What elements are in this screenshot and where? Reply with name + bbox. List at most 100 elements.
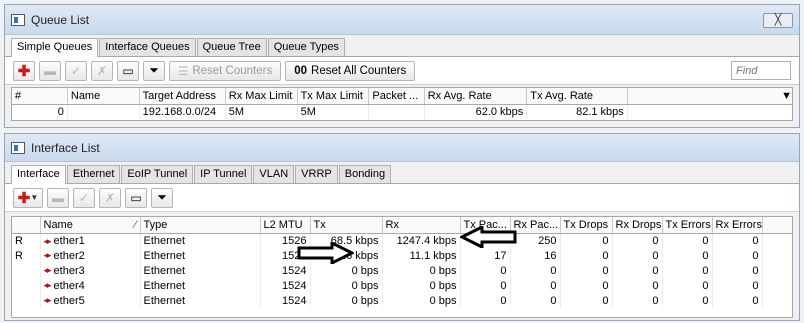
interface-name-cell: ◂▸ ether2 <box>40 248 141 263</box>
filter-button[interactable]: ⏷ <box>143 60 165 81</box>
empty-cell <box>762 278 792 293</box>
interface-tx-cell: 0 bps <box>310 278 383 293</box>
interface-type-cell: Ethernet <box>140 248 261 263</box>
interface-rx-cell: 11.1 kbps <box>382 248 461 263</box>
ethernet-icon: ◂▸ <box>43 235 52 246</box>
tab-simple-queues[interactable]: Simple Queues <box>11 38 99 57</box>
disable-icon: ✗ <box>96 63 108 78</box>
filter-button[interactable]: ⏷ <box>151 187 173 208</box>
add-button[interactable]: ✚ <box>13 60 35 81</box>
reset-all-counters-label: Reset All Counters <box>311 64 407 77</box>
reset-counters-icon: ☰ <box>178 65 189 78</box>
tab-queue-types[interactable]: Queue Types <box>267 38 345 56</box>
window-icon <box>11 13 25 26</box>
column-header[interactable]: Tx <box>310 217 383 234</box>
interface-rx-errors-cell: 0 <box>712 248 763 263</box>
table-row[interactable]: R ◂▸ ether1 Ethernet 1526 68.5 kbps 1247.4 kbp… <box>12 233 792 248</box>
column-menu-button[interactable]: ▼ <box>627 88 792 105</box>
column-header[interactable]: Packet ... <box>368 88 425 105</box>
interface-mtu-cell: 1524 <box>260 293 311 308</box>
reset-counters-button[interactable]: ☰ Reset Counters <box>169 60 282 81</box>
column-header[interactable]: Tx Avg. Rate <box>526 88 628 105</box>
interface-tx-errors-cell: 0 <box>662 233 713 248</box>
tab-vlan[interactable]: VLAN <box>253 165 295 183</box>
enable-button[interactable]: ✓ <box>73 187 95 208</box>
queue-target-cell: 192.168.0.0/24 <box>139 104 226 119</box>
interface-name-label: ether2 <box>53 249 85 262</box>
column-header[interactable]: Type <box>140 217 261 234</box>
reset-all-counters-button[interactable]: 00 Reset All Counters <box>285 60 416 81</box>
interface-rx-pac-cell: 16 <box>510 248 561 263</box>
table-row[interactable]: ◂▸ ether5 Ethernet 1524 0 bps 0 bps 0 0 0 0 0 0 <box>12 293 792 308</box>
table-row[interactable]: ◂▸ ether3 Ethernet 1524 0 bps 0 bps 0 0 0 0 0 0 <box>12 263 792 278</box>
column-header[interactable]: Rx Max Limit <box>225 88 298 105</box>
disable-icon: ✗ <box>104 190 116 205</box>
tab-eoip-tunnel[interactable]: EoIP Tunnel <box>121 165 194 183</box>
remove-button[interactable]: ▬ <box>47 187 69 208</box>
tab-queue-tree[interactable]: Queue Tree <box>196 38 267 56</box>
interface-tabs: Interface Ethernet EoIP Tunnel IP Tunnel… <box>5 164 799 184</box>
interface-mtu-cell: 1524 <box>260 263 311 278</box>
queue-tx-avg-cell: 82.1 kbps <box>526 104 628 119</box>
disable-button[interactable]: ✗ <box>91 60 113 81</box>
interface-list-titlebar: Interface List <box>5 134 799 162</box>
interface-tx-drops-cell: 0 <box>560 263 613 278</box>
remove-icon: ▬ <box>44 63 56 78</box>
column-header[interactable]: Rx <box>382 217 461 234</box>
column-header[interactable]: Target Address <box>139 88 226 105</box>
interface-name: ◂▸ ether5 <box>44 295 85 307</box>
column-header[interactable]: Name <box>67 88 140 105</box>
table-row[interactable]: ◂▸ ether4 Ethernet 1524 0 bps 0 bps 0 0 0 0 0 0 <box>12 278 792 293</box>
add-icon: ✚ <box>17 62 31 80</box>
disable-button[interactable]: ✗ <box>99 187 121 208</box>
tab-ip-tunnel[interactable]: IP Tunnel <box>194 165 253 183</box>
queue-rx-max-cell: 5M <box>225 104 298 119</box>
column-header[interactable]: Tx Errors <box>662 217 713 234</box>
interface-flag-cell <box>12 293 41 308</box>
remove-icon: ▬ <box>52 190 64 205</box>
tab-ethernet[interactable]: Ethernet <box>66 165 121 183</box>
filter-icon: ⏷ <box>157 190 167 204</box>
close-button[interactable]: ╳ <box>763 13 793 28</box>
interface-rx-cell: 0 bps <box>382 263 461 278</box>
tab-vrrp[interactable]: VRRP <box>295 165 338 183</box>
ethernet-icon: ◂▸ <box>43 250 52 261</box>
column-header[interactable]: L2 MTU <box>260 217 311 234</box>
find-input[interactable] <box>731 61 791 80</box>
interface-type-cell: Ethernet <box>140 293 261 308</box>
column-header[interactable]: Rx Errors <box>712 217 763 234</box>
table-row[interactable]: 0 192.168.0.0/24 5M 5M 62.0 kbps 82.1 kb… <box>12 104 792 119</box>
add-button[interactable]: ✚ ▼ <box>13 187 43 208</box>
interface-rx-cell: 1247.4 kbps <box>382 233 461 248</box>
tab-bonding[interactable]: Bonding <box>338 165 392 183</box>
column-header[interactable]: Rx Avg. Rate <box>424 88 528 105</box>
queue-num-cell: 0 <box>12 104 68 119</box>
queue-tx-max-cell: 5M <box>297 104 370 119</box>
comment-button[interactable]: ▭ <box>125 187 147 208</box>
empty-cell <box>762 248 792 263</box>
column-header[interactable]: Tx Drops <box>560 217 613 234</box>
enable-button[interactable]: ✓ <box>65 60 87 81</box>
comment-icon: ▭ <box>130 190 142 205</box>
column-header[interactable]: # <box>12 88 68 105</box>
interface-name-label: ether5 <box>53 294 85 307</box>
interface-list-title: Interface List <box>31 140 100 155</box>
remove-button[interactable]: ▬ <box>39 60 61 81</box>
column-header[interactable]: Rx Drops <box>612 217 663 234</box>
table-row[interactable]: R ◂▸ ether2 Ethernet 1524 20.6 kbps 11.1 kbps 1… <box>12 248 792 263</box>
interface-tx-pac-cell: 0 <box>460 293 511 308</box>
tab-interface-queues[interactable]: Interface Queues <box>99 38 196 56</box>
interface-tx-drops-cell: 0 <box>560 278 613 293</box>
column-header-name[interactable]: Name ⁄ <box>40 217 141 234</box>
interface-type-cell: Ethernet <box>140 233 261 248</box>
empty-cell <box>762 233 792 248</box>
column-header[interactable] <box>12 217 41 234</box>
column-header[interactable]: Tx Max Limit <box>297 88 370 105</box>
interface-name: ◂▸ ether2 <box>44 250 85 262</box>
comment-icon: ▭ <box>122 63 134 78</box>
interface-type-cell: Ethernet <box>140 263 261 278</box>
sort-icon: ⁄ <box>134 218 137 231</box>
tab-interface[interactable]: Interface <box>11 165 66 184</box>
comment-button[interactable]: ▭ <box>117 60 139 81</box>
queue-list-titlebar: Queue List ╳ <box>5 5 799 35</box>
